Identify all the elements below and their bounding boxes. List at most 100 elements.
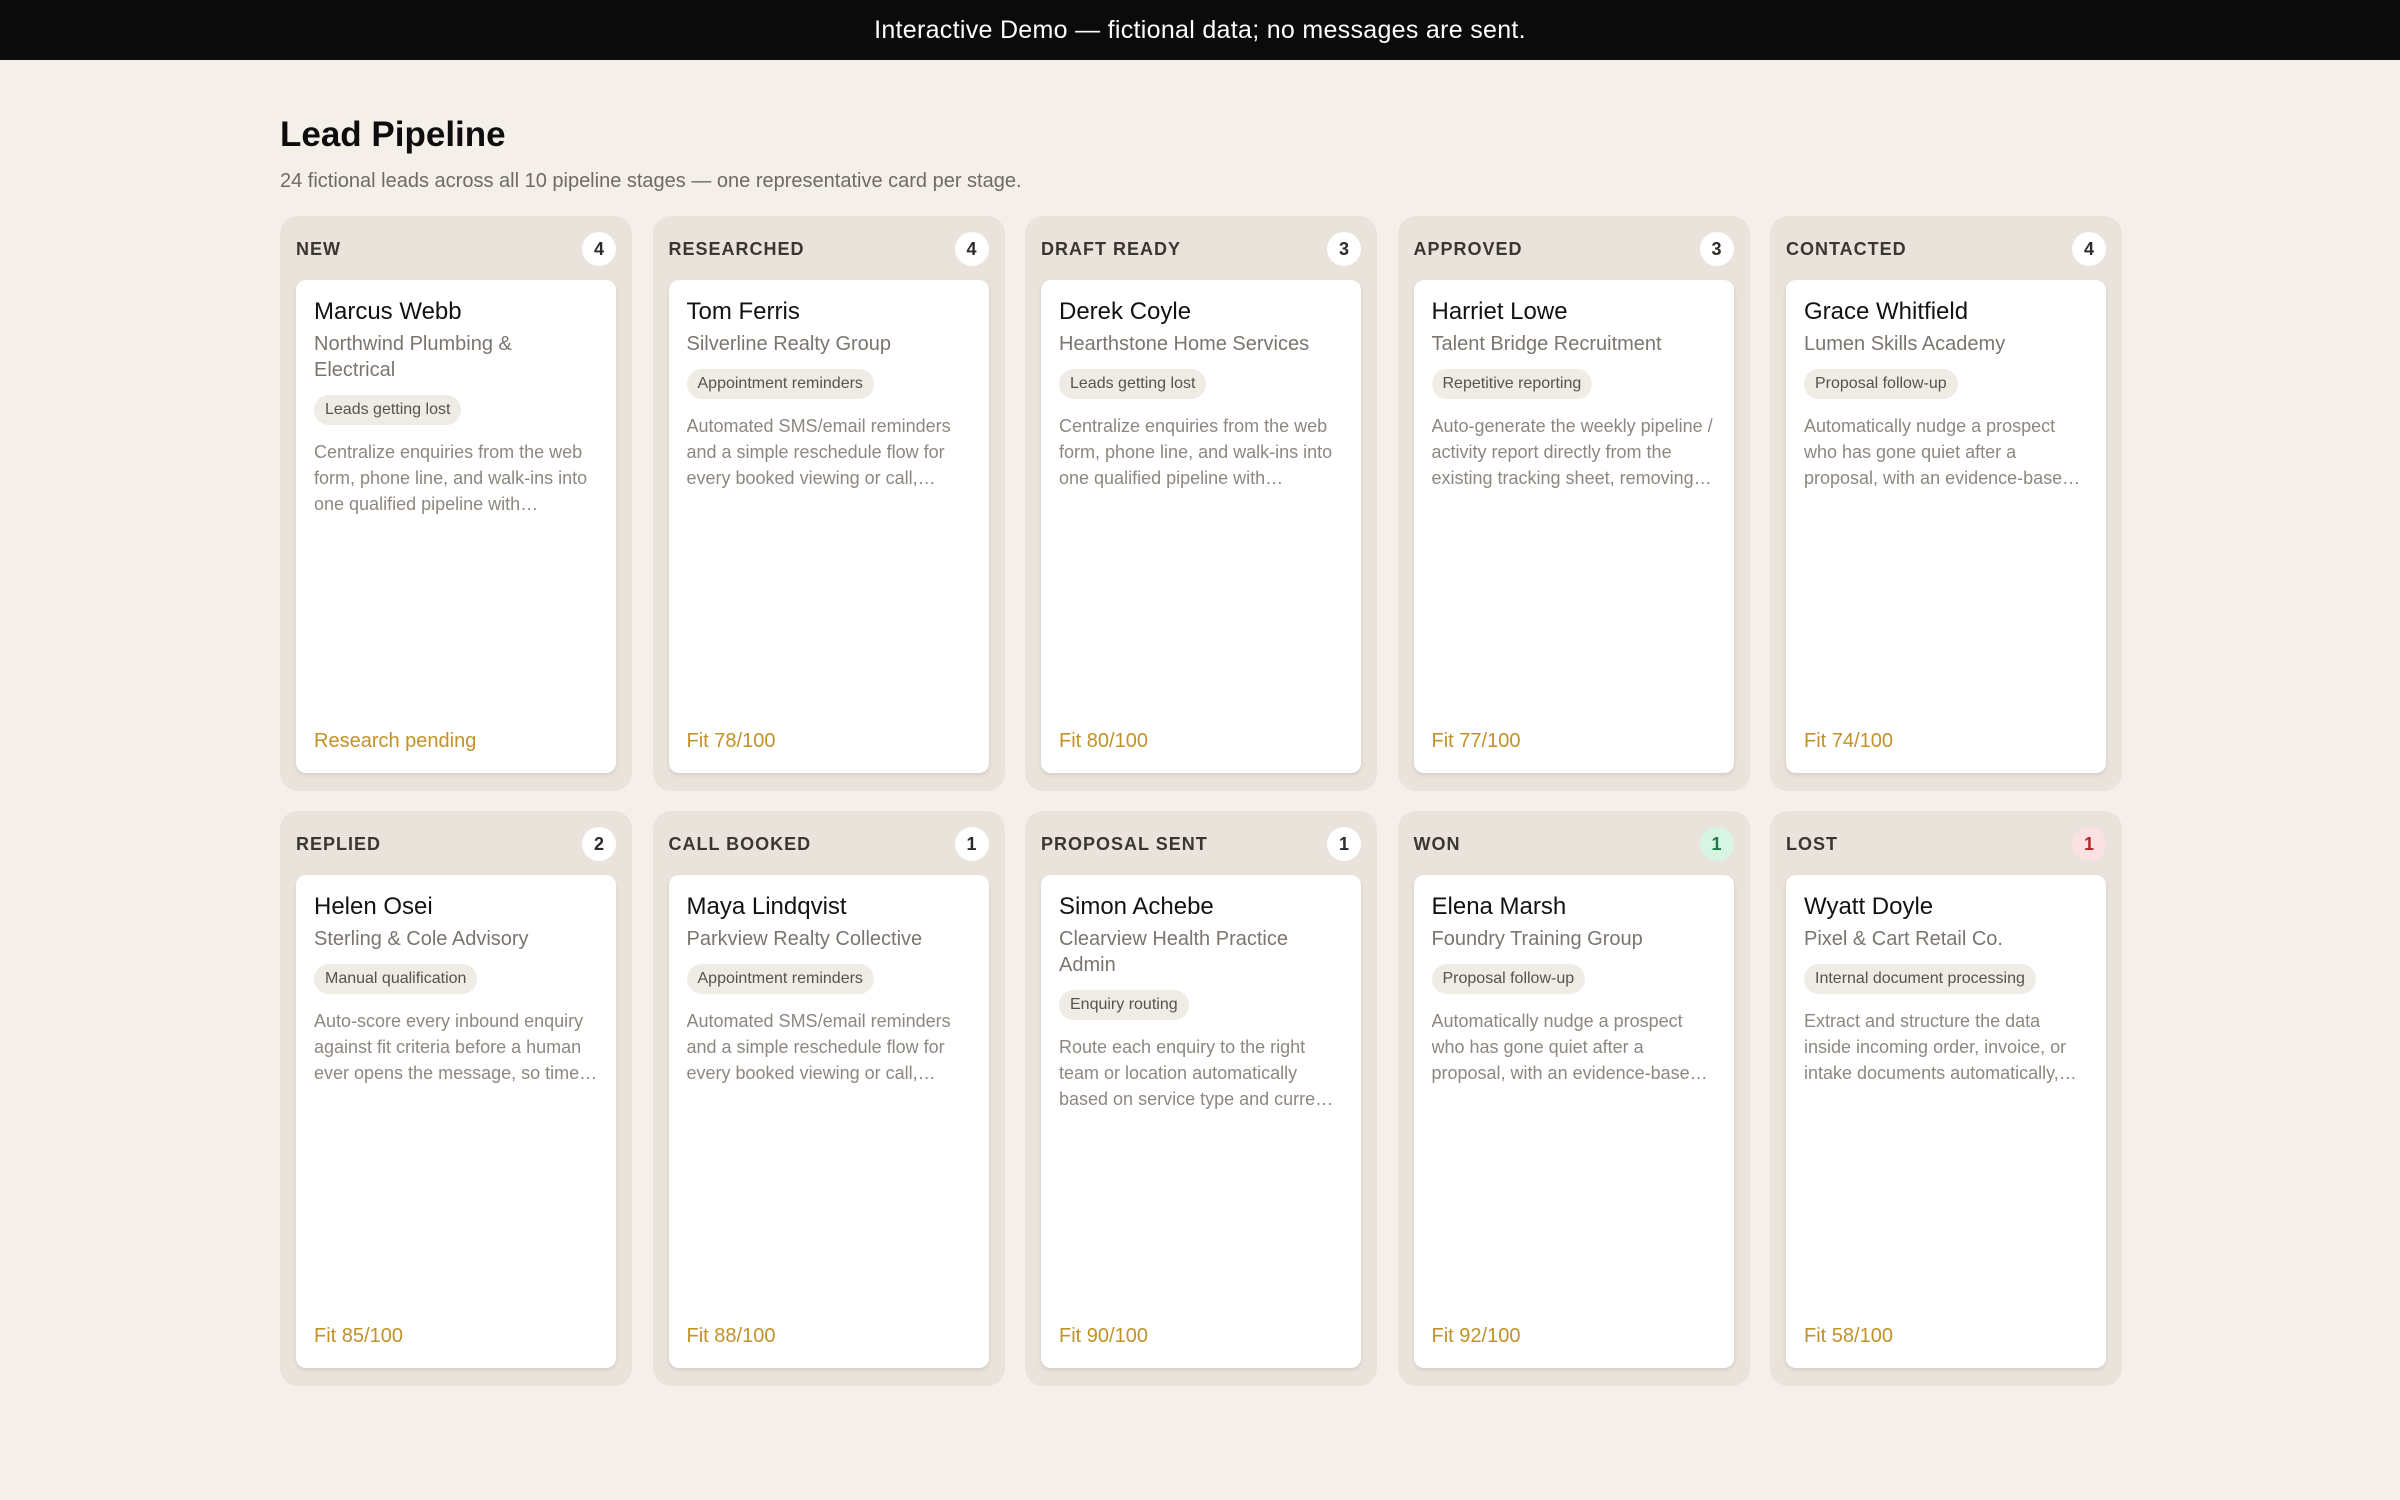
pipeline-column-won: WON 1 Elena Marsh Foundry Training Group…	[1397, 811, 1750, 1386]
count-badge: 1	[954, 827, 989, 861]
demo-banner: Interactive Demo — fictional data; no me…	[0, 0, 2400, 60]
lead-company: Pixel & Cart Retail Co.	[1804, 927, 2003, 950]
lead-card[interactable]: Elena Marsh Foundry Training Group Propo…	[1413, 875, 1734, 1368]
column-header: REPLIED 2	[296, 827, 616, 861]
lead-description: Automatically nudge a prospect who has g…	[1804, 415, 2073, 488]
pipeline-column-approved: APPROVED 3 Harriet Lowe Talent Bridge Re…	[1397, 216, 1750, 791]
lead-company: Lumen Skills Academy	[1804, 332, 2006, 355]
lead-company: Parkview Realty Collective	[686, 927, 923, 950]
column-header: CALL BOOKED 1	[669, 827, 989, 861]
lead-name: Helen Osei	[314, 893, 433, 920]
column-title: DRAFT READY	[1041, 238, 1181, 259]
lead-description: Auto-generate the weekly pipeline / acti…	[1431, 415, 1713, 488]
lead-card[interactable]: Grace Whitfield Lumen Skills Academy Pro…	[1786, 280, 2106, 773]
lead-card[interactable]: Simon Achebe Clearview Health Practice A…	[1041, 875, 1361, 1368]
lead-card[interactable]: Maya Lindqvist Parkview Realty Collectiv…	[668, 875, 989, 1368]
lead-fit-score: Fit 78/100	[686, 730, 776, 752]
demo-banner-text: Interactive Demo — fictional data; no me…	[874, 15, 1526, 44]
lead-tag: Leads getting lost	[1059, 368, 1207, 399]
pipeline-column-draft-ready: DRAFT READY 3 Derek Coyle Hearthstone Ho…	[1025, 216, 1377, 791]
count-badge: 4	[582, 232, 616, 266]
pipeline-column-researched: RESEARCHED 4 Tom Ferris Silverline Realt…	[652, 216, 1005, 791]
lead-card[interactable]: Helen Osei Sterling & Cole Advisory Manu…	[296, 875, 616, 1368]
lead-company: Hearthstone Home Services	[1059, 332, 1310, 355]
lead-tag: Appointment reminders	[686, 963, 874, 994]
lead-company: Talent Bridge Recruitment	[1431, 332, 1662, 355]
lead-name: Marcus Webb	[314, 298, 462, 325]
lead-company: Clearview Health Practice Admin	[1059, 927, 1288, 976]
lead-card[interactable]: Wyatt Doyle Pixel & Cart Retail Co. Inte…	[1786, 875, 2106, 1368]
count-badge: 2	[582, 827, 616, 861]
column-header: LOST 1	[1786, 827, 2106, 861]
page-title: Lead Pipeline	[280, 115, 506, 154]
lead-name: Wyatt Doyle	[1804, 893, 1934, 920]
lead-description: Centralize enquiries from the web form, …	[314, 441, 588, 514]
column-title: CALL BOOKED	[668, 833, 812, 854]
pipeline-board: NEW 4 Marcus Webb Northwind Plumbing & E…	[280, 216, 2122, 1386]
lead-name: Grace Whitfield	[1804, 298, 1969, 325]
lead-fit-score: Fit 80/100	[1059, 730, 1148, 752]
column-header: PROPOSAL SENT 1	[1041, 827, 1361, 861]
column-header: WON 1	[1414, 827, 1734, 861]
lead-name: Harriet Lowe	[1431, 298, 1568, 325]
lead-tag: Proposal follow-up	[1431, 963, 1586, 994]
column-title: LOST	[1786, 833, 1838, 854]
lead-description: Centralize enquiries from the web form, …	[1059, 415, 1333, 488]
lead-name: Derek Coyle	[1059, 298, 1192, 325]
lead-name: Maya Lindqvist	[686, 893, 847, 920]
lead-tag: Manual qualification	[314, 963, 478, 994]
lead-tag: Leads getting lost	[314, 394, 462, 425]
column-title: PROPOSAL SENT	[1041, 833, 1208, 854]
lead-tag: Repetitive reporting	[1431, 368, 1593, 399]
count-badge: 1	[1327, 827, 1361, 861]
lead-description: Auto-score every inbound enquiry against…	[314, 1010, 584, 1083]
lead-description: Extract and structure the data inside in…	[1804, 1010, 2067, 1083]
lead-name: Tom Ferris	[686, 298, 800, 325]
lead-tag: Appointment reminders	[686, 368, 874, 399]
count-badge: 4	[2072, 232, 2106, 266]
column-title: CONTACTED	[1786, 238, 1907, 259]
column-title: REPLIED	[296, 833, 382, 854]
lead-company: Silverline Realty Group	[686, 332, 892, 355]
column-header: DRAFT READY 3	[1041, 232, 1361, 266]
column-title: APPROVED	[1413, 238, 1523, 259]
count-badge: 4	[954, 232, 989, 266]
count-badge: 3	[1699, 232, 1734, 266]
lead-company: Foundry Training Group	[1431, 927, 1643, 950]
column-title: NEW	[296, 238, 341, 259]
lead-tag: Internal document processing	[1804, 963, 2036, 994]
lead-description: Automated SMS/email reminders and a simp…	[686, 415, 951, 488]
pipeline-column-lost: LOST 1 Wyatt Doyle Pixel & Cart Retail C…	[1770, 811, 2122, 1386]
lead-tag: Proposal follow-up	[1804, 368, 1958, 399]
lead-fit-score: Fit 74/100	[1804, 730, 1893, 752]
lead-name: Elena Marsh	[1431, 893, 1567, 920]
lead-name: Simon Achebe	[1059, 893, 1214, 920]
lead-card[interactable]: Harriet Lowe Talent Bridge Recruitment R…	[1413, 280, 1734, 773]
lead-tag: Enquiry routing	[1059, 989, 1189, 1020]
lead-company: Northwind Plumbing & Electrical	[314, 332, 512, 381]
column-header: APPROVED 3	[1414, 232, 1734, 266]
lead-description: Automatically nudge a prospect who has g…	[1431, 1010, 1700, 1083]
column-header: RESEARCHED 4	[669, 232, 989, 266]
lead-description: Automated SMS/email reminders and a simp…	[686, 1010, 951, 1083]
count-badge: 1	[2072, 827, 2106, 861]
lead-fit-score: Fit 58/100	[1804, 1325, 1893, 1347]
column-header: NEW 4	[296, 232, 616, 266]
lead-description: Route each enquiry to the right team or …	[1059, 1036, 1331, 1109]
lead-card[interactable]: Derek Coyle Hearthstone Home Services Le…	[1041, 280, 1361, 773]
lead-fit-score: Fit 90/100	[1059, 1325, 1148, 1347]
column-header: CONTACTED 4	[1786, 232, 2106, 266]
pipeline-column-call-booked: CALL BOOKED 1 Maya Lindqvist Parkview Re…	[652, 811, 1005, 1386]
lead-fit-score: Fit 92/100	[1431, 1325, 1521, 1347]
lead-card[interactable]: Marcus Webb Northwind Plumbing & Electri…	[296, 280, 616, 773]
lead-fit-score: Fit 77/100	[1431, 730, 1521, 752]
lead-card[interactable]: Tom Ferris Silverline Realty Group Appoi…	[668, 280, 989, 773]
count-badge: 1	[1699, 827, 1734, 861]
lead-fit-score: Fit 85/100	[314, 1325, 403, 1347]
pipeline-page: Lead Pipeline 24 fictional leads across …	[280, 115, 2122, 1386]
column-title: RESEARCHED	[668, 238, 805, 259]
lead-fit-score: Research pending	[314, 730, 477, 752]
lead-company: Sterling & Cole Advisory	[314, 927, 529, 950]
pipeline-column-contacted: CONTACTED 4 Grace Whitfield Lumen Skills…	[1770, 216, 2122, 791]
page-subtitle: 24 fictional leads across all 10 pipelin…	[280, 170, 1022, 192]
